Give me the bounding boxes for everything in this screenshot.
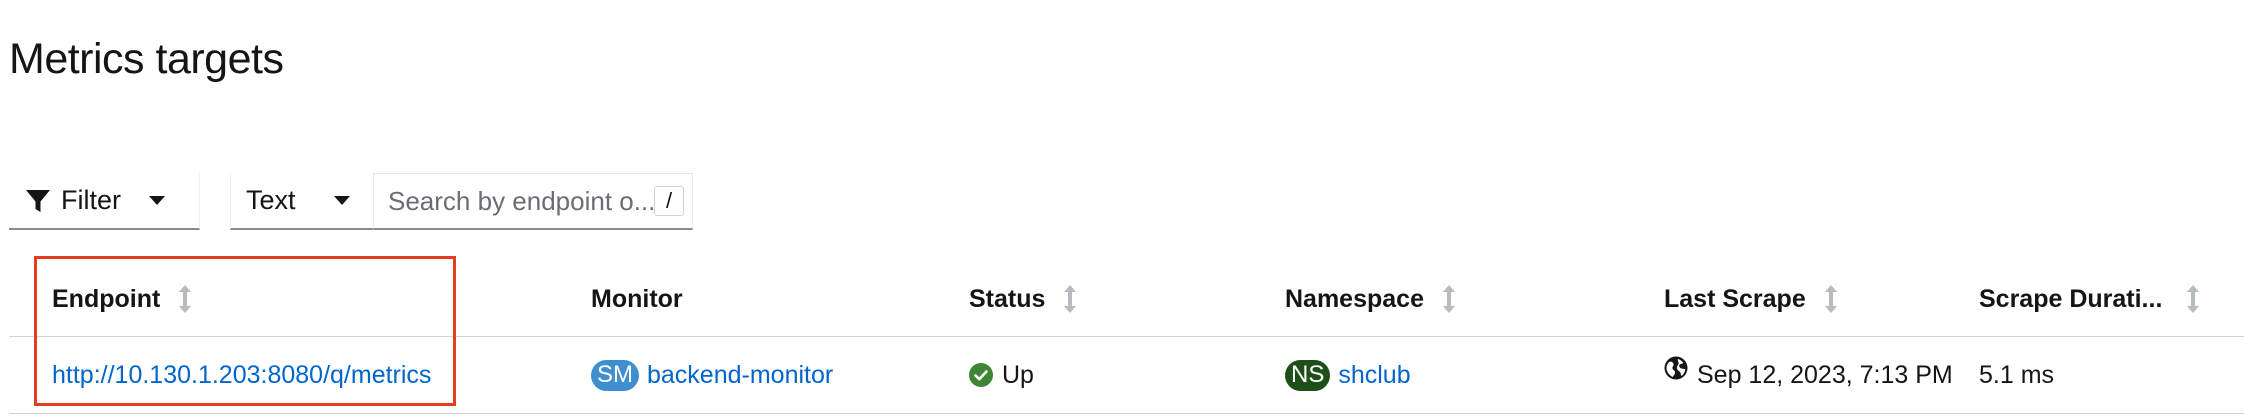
filter-funnel-icon bbox=[26, 189, 50, 212]
last-scrape-cell: Sep 12, 2023, 7:13 PM bbox=[1664, 337, 1953, 413]
attribute-select-value: Text bbox=[246, 185, 296, 215]
column-header-scrape-duration[interactable]: Scrape Durati... bbox=[1979, 262, 2200, 336]
globe-icon bbox=[1664, 356, 1688, 380]
keyboard-shortcut-hint: / bbox=[654, 186, 684, 216]
filter-toolbar: Filter Text / bbox=[9, 173, 693, 232]
attribute-select[interactable]: Text bbox=[230, 173, 373, 230]
column-header-label: Endpoint bbox=[52, 284, 161, 313]
last-scrape-text: Sep 12, 2023, 7:13 PM bbox=[1697, 360, 1953, 389]
column-header-endpoint[interactable]: Endpoint bbox=[52, 262, 192, 336]
search-field[interactable]: / bbox=[373, 173, 693, 230]
column-header-label: Namespace bbox=[1285, 284, 1424, 313]
column-header-status[interactable]: Status bbox=[969, 262, 1077, 336]
sort-arrows-icon bbox=[179, 285, 192, 313]
scrape-duration-cell: 5.1 ms bbox=[1979, 337, 2054, 413]
column-header-namespace[interactable]: Namespace bbox=[1285, 262, 1456, 336]
caret-down-icon bbox=[149, 196, 165, 205]
column-header-monitor[interactable]: Monitor bbox=[591, 262, 683, 336]
metrics-targets-table: Endpoint Monitor Status Namespace Last S… bbox=[9, 262, 2244, 414]
sort-arrows-icon bbox=[1442, 285, 1455, 313]
table-header-row: Endpoint Monitor Status Namespace Last S… bbox=[9, 262, 2244, 337]
sort-arrows-icon bbox=[1824, 285, 1837, 313]
monitor-cell: SM backend-monitor bbox=[591, 337, 833, 413]
column-header-label: Scrape Durati... bbox=[1979, 284, 2163, 313]
filter-dropdown-toggle[interactable]: Filter bbox=[9, 173, 200, 230]
column-header-label: Monitor bbox=[591, 284, 683, 313]
column-header-label: Status bbox=[969, 284, 1046, 313]
scrape-duration-text: 5.1 ms bbox=[1979, 360, 2055, 389]
page-title: Metrics targets bbox=[9, 34, 284, 83]
column-header-label: Last Scrape bbox=[1664, 284, 1806, 313]
namespace-badge: NS bbox=[1285, 359, 1331, 391]
check-circle-icon bbox=[969, 363, 993, 387]
status-cell: Up bbox=[969, 337, 1034, 413]
namespace-link[interactable]: shclub bbox=[1338, 361, 1410, 390]
column-header-last-scrape[interactable]: Last Scrape bbox=[1664, 262, 1838, 336]
sort-arrows-icon bbox=[2187, 285, 2200, 313]
endpoint-cell: http://10.130.1.203:8080/q/metrics bbox=[52, 337, 431, 413]
caret-down-icon bbox=[333, 196, 350, 205]
filter-label: Filter bbox=[61, 185, 121, 215]
monitor-link[interactable]: backend-monitor bbox=[647, 361, 833, 390]
endpoint-link[interactable]: http://10.130.1.203:8080/q/metrics bbox=[52, 361, 431, 390]
status-text: Up bbox=[1002, 360, 1034, 389]
search-input[interactable] bbox=[388, 185, 654, 217]
table-row: http://10.130.1.203:8080/q/metrics SM ba… bbox=[9, 337, 2244, 414]
namespace-cell: NS shclub bbox=[1285, 337, 1411, 413]
sort-arrows-icon bbox=[1064, 285, 1077, 313]
service-monitor-badge: SM bbox=[591, 359, 639, 391]
